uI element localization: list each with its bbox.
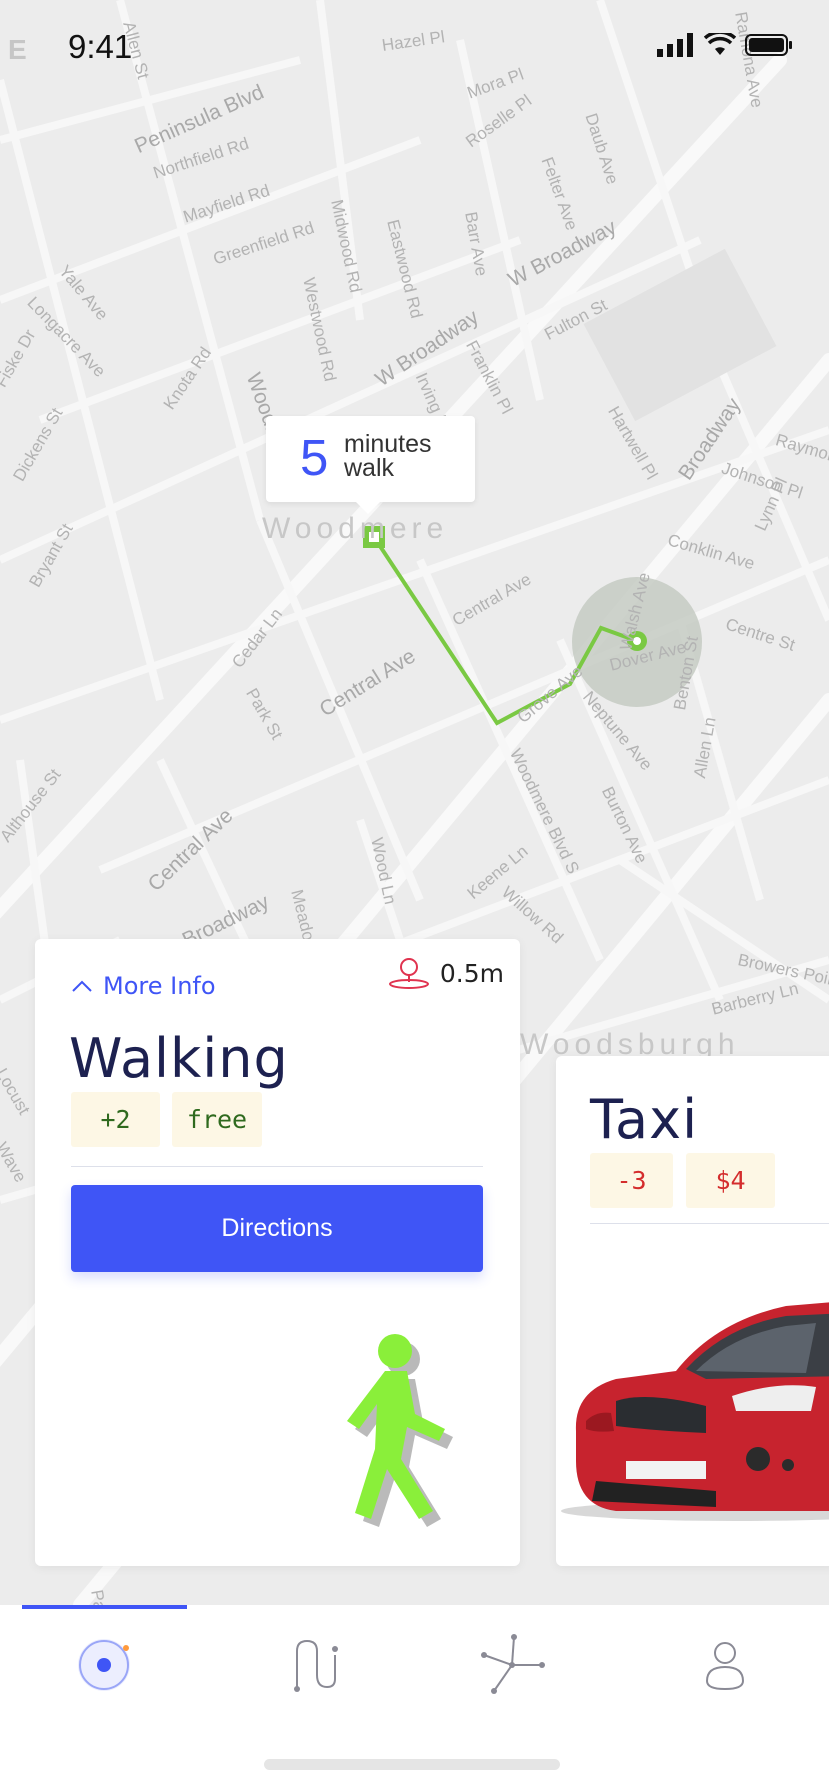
distance-indicator: 0.5m: [388, 957, 504, 989]
tab-routes[interactable]: [265, 1625, 365, 1705]
chevron-up-icon: [72, 980, 92, 992]
area-label: Woodmere: [262, 512, 449, 545]
home-indicator[interactable]: [264, 1759, 560, 1770]
profile-icon: [705, 1642, 745, 1691]
location-pin-icon: [388, 958, 429, 989]
card-title: Taxi: [590, 1088, 699, 1151]
status-bar: E 9:41: [0, 0, 829, 100]
price-tag: $4: [686, 1153, 775, 1208]
more-info-link[interactable]: More Info: [71, 972, 216, 1000]
more-info-label: More Info: [103, 972, 216, 1000]
walking-card[interactable]: More Info 0.5m Walking +2 free Direction…: [35, 939, 520, 1566]
walking-person-icon: [347, 1334, 453, 1527]
location-target-icon: [78, 1639, 130, 1691]
taxi-car-image: [561, 1302, 829, 1521]
walk-time-bubble: 5 minutes walk: [266, 416, 475, 514]
battery-icon: [745, 34, 792, 56]
walk-minutes-label: minutes walk: [344, 430, 432, 482]
network-nodes-icon: [481, 1634, 545, 1694]
price-tag: free: [172, 1092, 262, 1147]
walk-minutes: 5: [300, 429, 329, 486]
tab-explore[interactable]: [54, 1625, 154, 1705]
divider: [590, 1223, 829, 1224]
status-time: 9:41: [68, 28, 133, 65]
taxi-card[interactable]: Taxi -3 $4: [556, 1056, 829, 1566]
active-tab-indicator: [22, 1605, 187, 1609]
card-title: Walking: [69, 1027, 289, 1090]
carrier-label: E: [8, 34, 27, 65]
tab-profile[interactable]: [675, 1625, 775, 1705]
tab-bar: [0, 1605, 829, 1787]
directions-button[interactable]: Directions: [71, 1185, 483, 1272]
signal-icon: [657, 33, 693, 57]
route-icon: [294, 1639, 338, 1692]
divider: [71, 1166, 483, 1167]
score-tag: +2: [71, 1092, 160, 1147]
tab-network[interactable]: [463, 1625, 563, 1705]
screen: Allen St Hazel Pl Ramona Ave Mora Pl Pen…: [0, 0, 829, 1787]
score-tag: -3: [590, 1153, 673, 1208]
wifi-icon: [704, 33, 736, 55]
distance-value: 0.5m: [439, 958, 504, 988]
